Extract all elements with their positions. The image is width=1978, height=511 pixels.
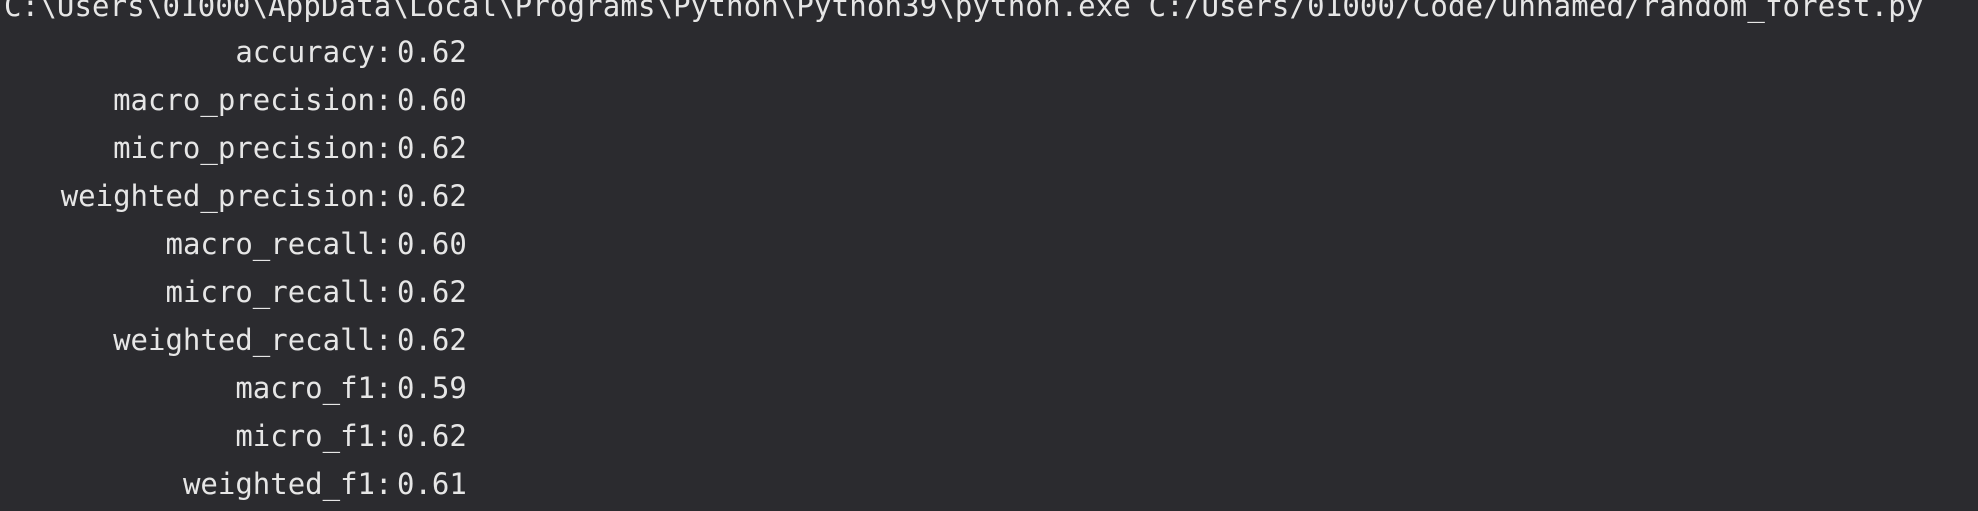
metric-row: micro_f1:0.62 xyxy=(0,412,467,460)
colon-separator: : xyxy=(375,275,393,309)
colon-separator: : xyxy=(375,83,393,117)
colon-separator: : xyxy=(375,323,393,357)
metric-name: weighted_recall xyxy=(113,323,375,357)
metric-value: 0.62 xyxy=(397,323,467,357)
metrics-list: accuracy:0.62 macro_precision:0.60 micro… xyxy=(0,28,467,508)
metric-name: macro_f1 xyxy=(235,371,375,405)
metric-row: macro_recall:0.60 xyxy=(0,220,467,268)
metric-row: micro_precision:0.62 xyxy=(0,124,467,172)
metric-name: weighted_f1 xyxy=(182,467,375,501)
colon-separator: : xyxy=(375,467,393,501)
metric-row: weighted_f1:0.61 xyxy=(0,460,467,508)
metric-value: 0.61 xyxy=(397,467,467,501)
colon-separator: : xyxy=(375,371,393,405)
metric-row: weighted_recall:0.62 xyxy=(0,316,467,364)
metric-row: micro_recall:0.62 xyxy=(0,268,467,316)
metric-value: 0.62 xyxy=(397,275,467,309)
command-line: C:\Users\01000\AppData\Local\Programs\Py… xyxy=(4,0,1924,23)
metric-name: micro_precision xyxy=(113,131,375,165)
metric-row: macro_precision:0.60 xyxy=(0,76,467,124)
metric-value: 0.62 xyxy=(397,35,467,69)
metric-value: 0.62 xyxy=(397,179,467,213)
metric-value: 0.60 xyxy=(397,83,467,117)
colon-separator: : xyxy=(375,35,393,69)
colon-separator: : xyxy=(375,179,393,213)
metric-name: accuracy xyxy=(235,35,375,69)
metric-name: micro_f1 xyxy=(235,419,375,453)
metric-name: macro_recall xyxy=(165,227,375,261)
metric-name: weighted_precision xyxy=(60,179,375,213)
colon-separator: : xyxy=(375,131,393,165)
metric-name: macro_precision xyxy=(113,83,375,117)
colon-separator: : xyxy=(375,419,393,453)
metric-value: 0.62 xyxy=(397,131,467,165)
terminal-output: C:\Users\01000\AppData\Local\Programs\Py… xyxy=(0,0,1978,511)
metric-name: micro_recall xyxy=(165,275,375,309)
metric-row: weighted_precision:0.62 xyxy=(0,172,467,220)
metric-value: 0.62 xyxy=(397,419,467,453)
metric-value: 0.60 xyxy=(397,227,467,261)
metric-row: accuracy:0.62 xyxy=(0,28,467,76)
metric-row: macro_f1:0.59 xyxy=(0,364,467,412)
colon-separator: : xyxy=(375,227,393,261)
metric-value: 0.59 xyxy=(397,371,467,405)
